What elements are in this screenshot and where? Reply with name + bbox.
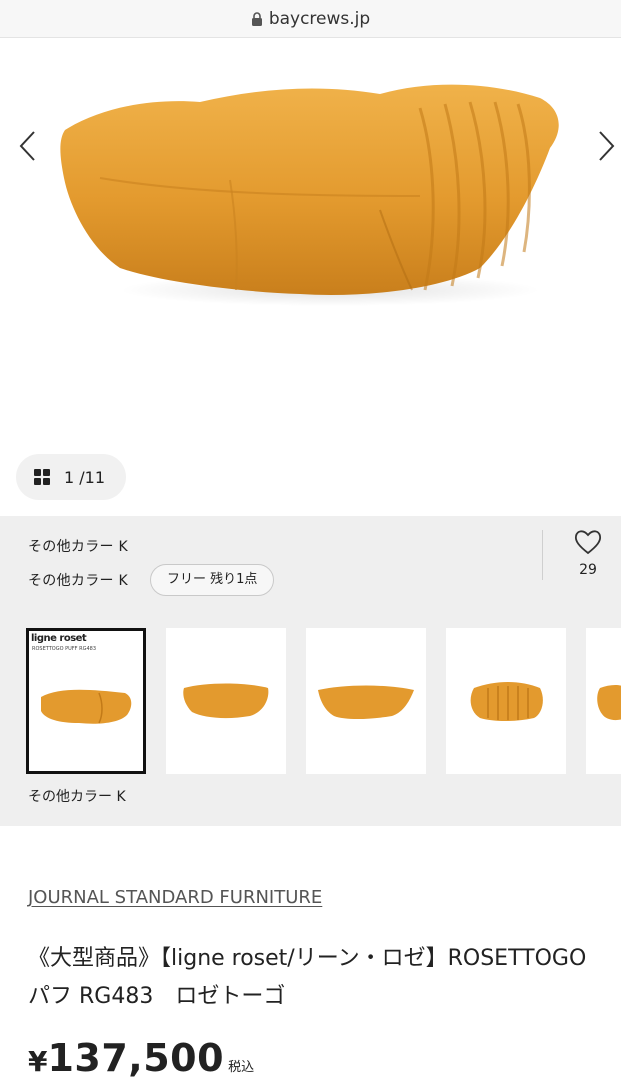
tax-label: 税込: [228, 1060, 255, 1075]
favorite-button[interactable]: 29: [560, 528, 616, 578]
price: ¥137,500 税込: [28, 1036, 254, 1080]
next-image-button[interactable]: [594, 126, 618, 166]
heart-icon: [574, 530, 602, 555]
thumbnail-2[interactable]: [166, 628, 286, 774]
image-counter-text: 1 /11: [64, 467, 106, 487]
grid-icon: [34, 469, 50, 485]
thumbnail-1[interactable]: ligne roset ROSETTOGO PUFF RG483: [26, 628, 146, 774]
currency-symbol: ¥: [28, 1045, 48, 1078]
url-bar[interactable]: baycrews.jp: [0, 0, 621, 38]
brand-link[interactable]: JOURNAL STANDARD FURNITURE: [28, 887, 322, 908]
image-counter-button[interactable]: 1 /11: [16, 454, 126, 500]
thumbnail-strip: ligne roset ROSETTOGO PUFF RG483: [0, 628, 621, 774]
color-label: その他カラー K: [28, 539, 129, 555]
product-title: 《大型商品》【ligne roset/リーン・ロゼ】ROSETTOGO パフ R…: [28, 946, 587, 1009]
url-text: baycrews.jp: [268, 8, 371, 29]
lock-icon: [251, 11, 263, 26]
thumbnail-4[interactable]: [446, 628, 566, 774]
color-label-size-row: その他カラー K: [28, 573, 129, 589]
thumbnail-3[interactable]: [306, 628, 426, 774]
thumbnail-5[interactable]: [586, 628, 621, 774]
product-image: [60, 84, 559, 306]
size-stock-button[interactable]: フリー 残り1点: [150, 564, 275, 596]
thumbnail-caption: その他カラー K: [28, 789, 126, 805]
price-amount: 137,500: [47, 1036, 225, 1080]
divider: [542, 530, 543, 580]
variant-panel: その他カラー K その他カラー K フリー 残り1点 29 ligne rose…: [0, 516, 621, 826]
previous-image-button[interactable]: [16, 126, 40, 166]
image-gallery: 1 /11: [0, 38, 621, 516]
favorite-count: 29: [579, 562, 597, 578]
